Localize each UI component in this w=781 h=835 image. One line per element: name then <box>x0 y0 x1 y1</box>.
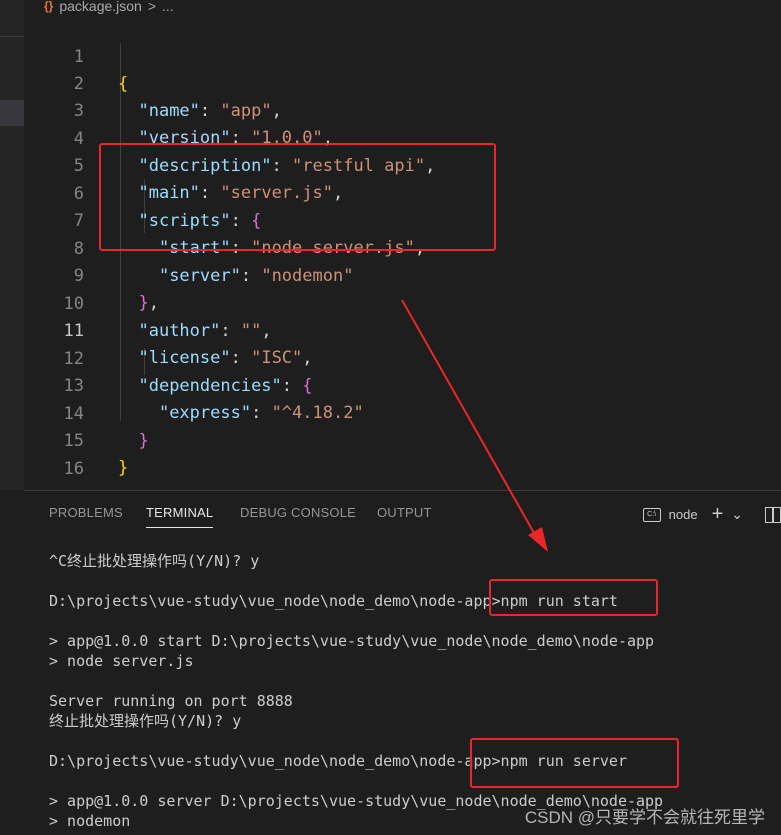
watermark: CSDN @只要学不会就往死里学 <box>524 808 765 827</box>
annotation-arrow <box>401 299 548 552</box>
